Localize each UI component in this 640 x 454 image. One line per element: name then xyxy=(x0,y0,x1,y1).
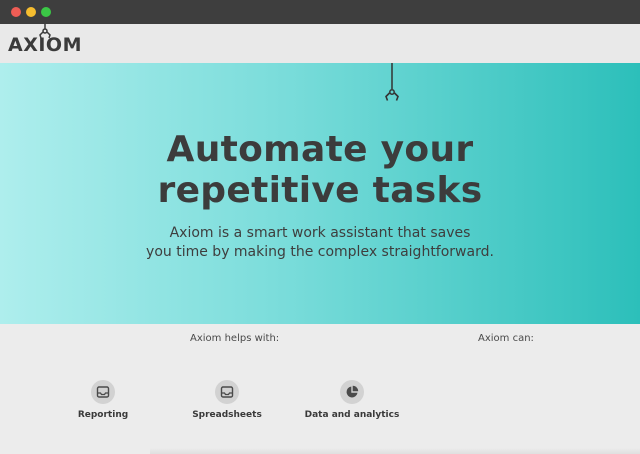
helps-with-label: Axiom helps with: xyxy=(190,333,280,344)
subtext-line-2: you time by making the complex straightf… xyxy=(146,244,494,260)
divider-shadow xyxy=(150,448,640,454)
features-section: Axiom helps with: Axiom can: Reporting S… xyxy=(0,324,640,454)
maximize-window-button[interactable] xyxy=(41,7,51,17)
can-label: Axiom can: xyxy=(478,333,534,344)
robot-claw-icon xyxy=(385,63,399,101)
feature-reporting[interactable]: Reporting xyxy=(43,380,163,420)
inbox-icon xyxy=(91,380,115,404)
headline-line-2: repetitive tasks xyxy=(157,170,483,211)
hero-headline: Automate your repetitive tasks xyxy=(0,129,640,211)
axiom-logo[interactable]: AXIOM xyxy=(8,34,82,56)
feature-spreadsheets[interactable]: Spreadsheets xyxy=(167,380,287,420)
window-titlebar xyxy=(0,0,640,24)
top-navbar: AXIOM xyxy=(0,24,640,63)
headline-line-1: Automate your xyxy=(166,129,474,170)
minimize-window-button[interactable] xyxy=(26,7,36,17)
feature-data-and-analytics[interactable]: Data and analytics xyxy=(292,380,412,420)
hero-subtext: Axiom is a smart work assistant that sav… xyxy=(0,224,640,262)
subtext-line-1: Axiom is a smart work assistant that sav… xyxy=(169,225,471,241)
hero-section: Automate your repetitive tasks Axiom is … xyxy=(0,63,640,324)
feature-label: Reporting xyxy=(77,410,129,420)
close-window-button[interactable] xyxy=(11,7,21,17)
feature-label: Data and analytics xyxy=(304,410,400,420)
pie-chart-icon xyxy=(340,380,364,404)
inbox-icon xyxy=(215,380,239,404)
feature-label: Spreadsheets xyxy=(192,410,262,420)
